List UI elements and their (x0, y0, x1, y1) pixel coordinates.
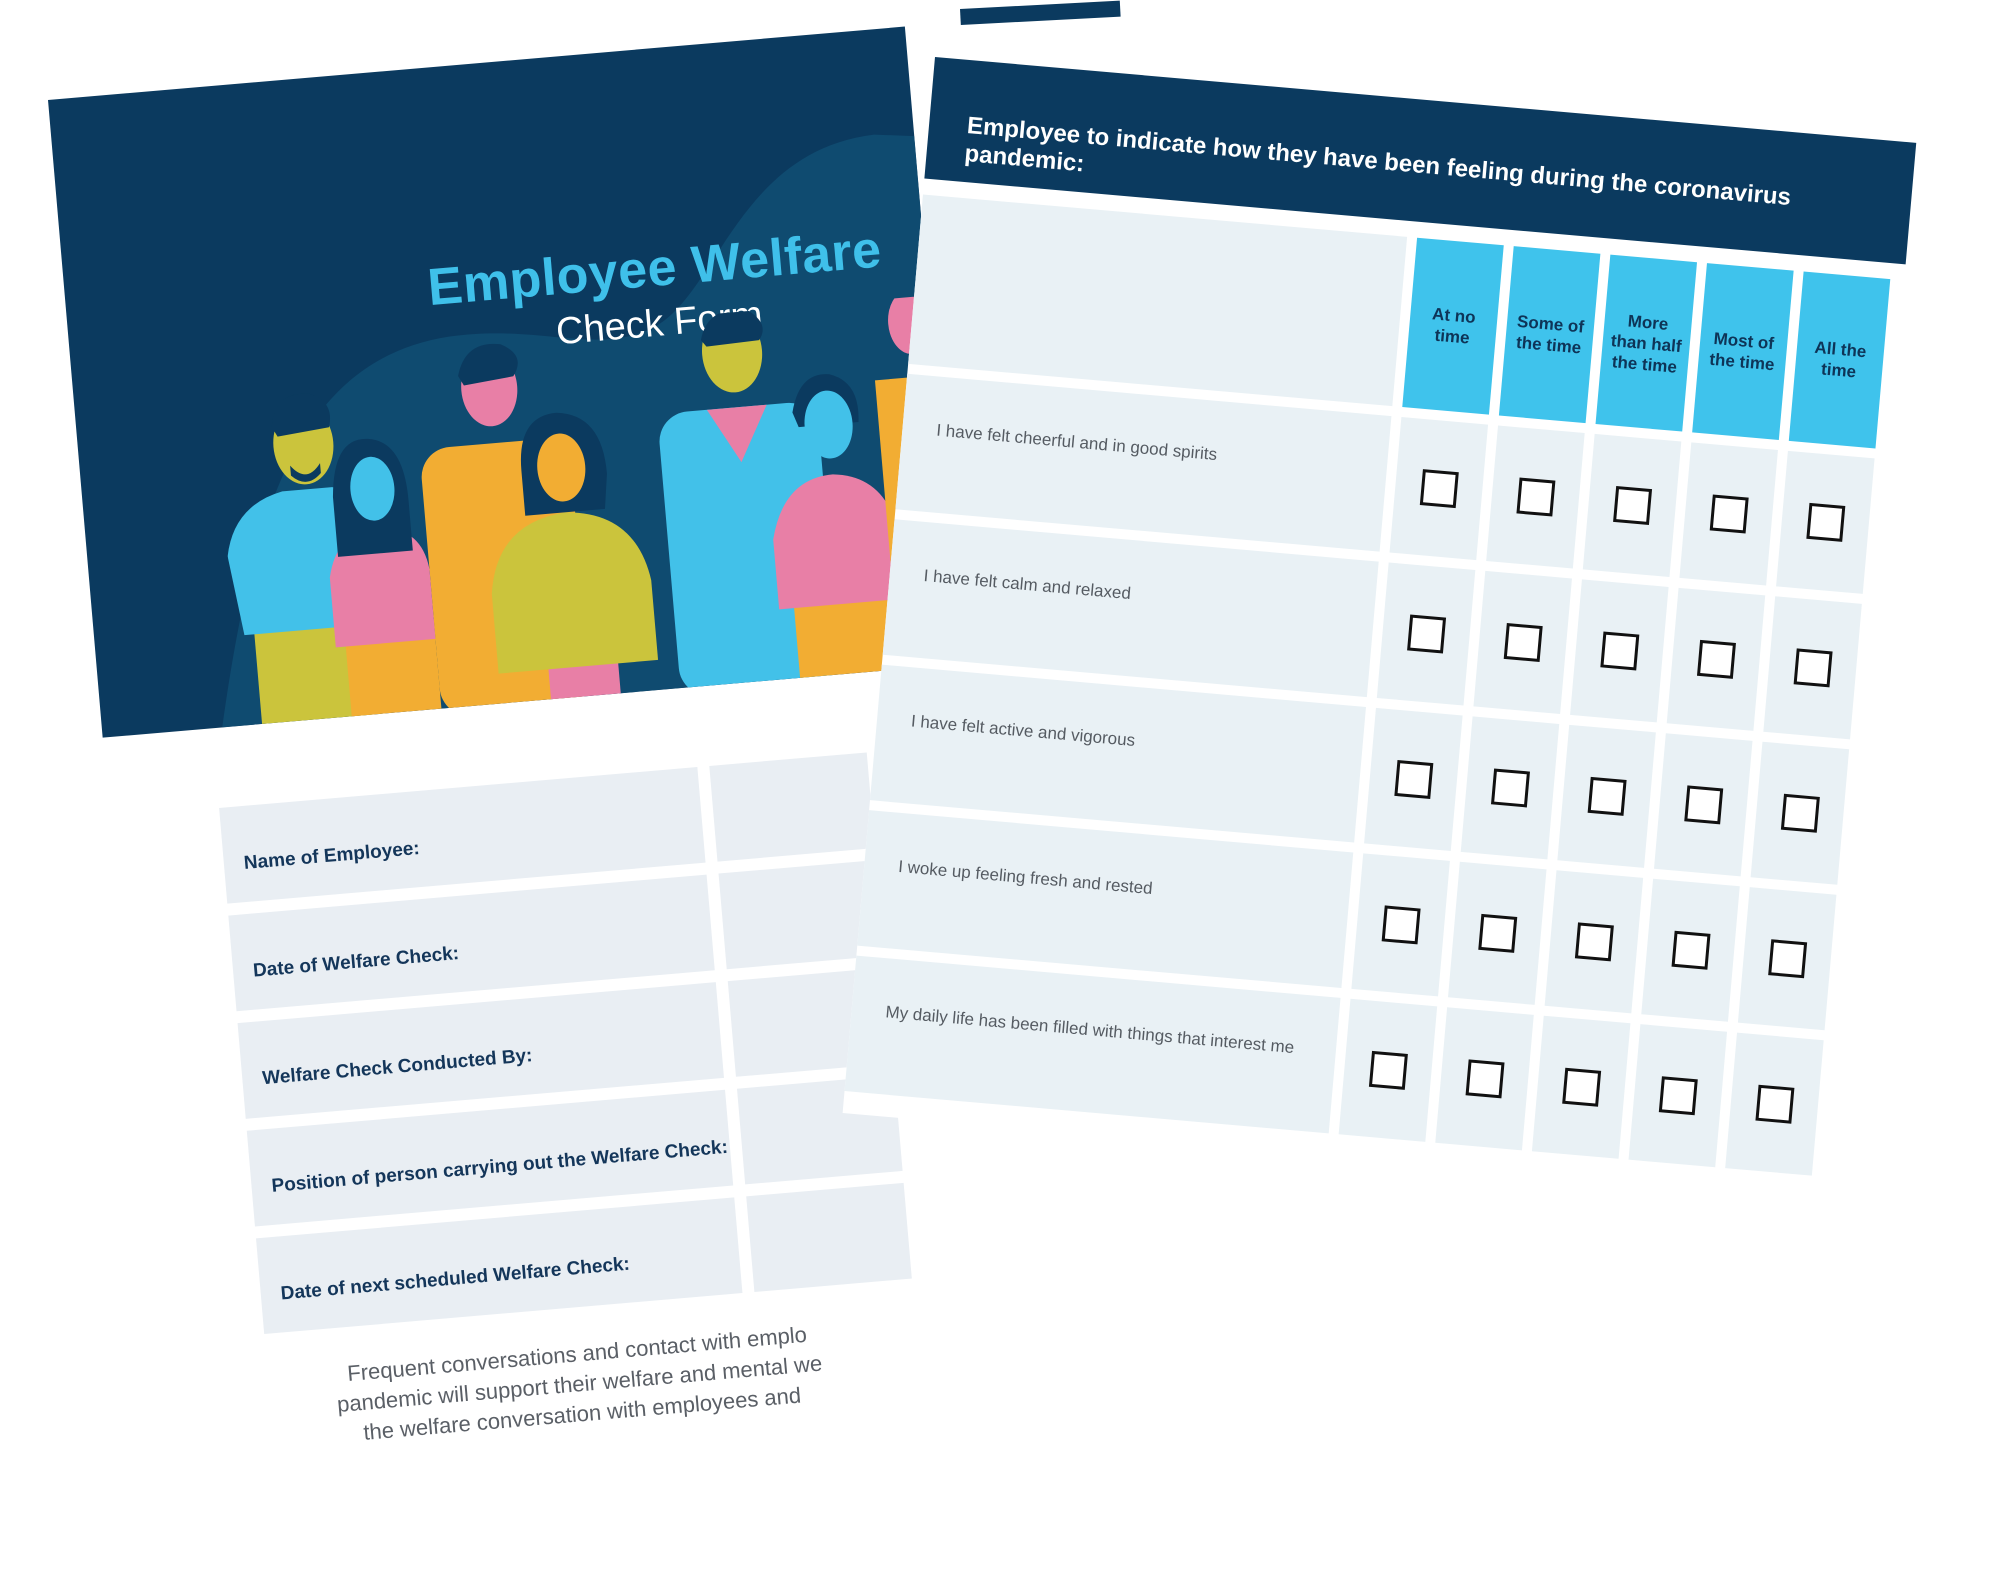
option-cell (1376, 562, 1476, 706)
option-cell (1725, 1032, 1824, 1176)
option-cell (1776, 450, 1875, 594)
background-page-edge (960, 0, 1121, 25)
checkbox[interactable] (1477, 913, 1517, 953)
employee-details-form: Name of Employee: Date of Welfare Check:… (219, 746, 934, 1346)
checkbox[interactable] (1767, 939, 1807, 979)
checkbox[interactable] (1612, 485, 1652, 525)
option-cell (1435, 1007, 1534, 1151)
checkbox[interactable] (1381, 905, 1421, 945)
option-cell (1486, 425, 1585, 569)
option-cell (1653, 733, 1753, 877)
checkbox[interactable] (1683, 785, 1723, 825)
option-cell (1582, 433, 1682, 577)
checkbox[interactable] (1587, 776, 1627, 816)
checkbox[interactable] (1805, 502, 1845, 542)
checkbox[interactable] (1793, 648, 1833, 688)
column-header: All the time (1788, 271, 1891, 449)
checkbox[interactable] (1406, 614, 1446, 654)
checkbox[interactable] (1696, 639, 1736, 679)
option-cell (1448, 861, 1547, 1005)
checkbox[interactable] (1671, 930, 1711, 970)
option-cell (1389, 417, 1489, 561)
option-cell (1641, 878, 1740, 1022)
statement-label: My daily life has been filled with thing… (844, 955, 1341, 1134)
column-header: At no time (1402, 237, 1504, 415)
checkbox[interactable] (1465, 1059, 1505, 1099)
checkbox[interactable] (1658, 1076, 1698, 1116)
option-cell (1557, 724, 1656, 868)
checkbox[interactable] (1490, 768, 1530, 808)
option-cell (1473, 570, 1572, 714)
column-header: Most of the time (1692, 263, 1794, 441)
checkbox[interactable] (1419, 469, 1459, 509)
checkbox[interactable] (1599, 631, 1639, 671)
form-section: Name of Employee: Date of Welfare Check:… (48, 35, 934, 1594)
column-header: Some of the time (1498, 246, 1601, 424)
option-cell (1628, 1024, 1728, 1168)
option-cell (1460, 716, 1560, 860)
column-header: More than half the time (1595, 254, 1698, 432)
next-check-date-field[interactable] (746, 1180, 934, 1293)
option-cell (1364, 707, 1463, 851)
option-cell (1679, 442, 1778, 586)
survey-grid: At no time Some of the time More than ha… (844, 194, 1901, 1186)
checkbox[interactable] (1515, 477, 1555, 517)
checkbox[interactable] (1368, 1050, 1408, 1090)
option-cell (1666, 587, 1766, 731)
checkbox[interactable] (1709, 494, 1749, 534)
option-cell (1544, 870, 1644, 1014)
checkbox[interactable] (1754, 1084, 1794, 1124)
option-cell (1763, 596, 1862, 740)
checkbox[interactable] (1780, 793, 1820, 833)
checkbox[interactable] (1561, 1067, 1601, 1107)
survey-rows: I have felt cheerful and in good spirits… (844, 373, 1885, 1177)
checkbox[interactable] (1503, 622, 1543, 662)
option-cell (1338, 998, 1438, 1142)
empty-header-cell (908, 194, 1408, 407)
checkbox[interactable] (1393, 759, 1433, 799)
feelings-survey-page: Employee to indicate how they have been … (842, 57, 1917, 1199)
option-cell (1750, 741, 1850, 885)
checkbox[interactable] (1574, 922, 1614, 962)
option-cell (1737, 887, 1837, 1031)
option-cell (1531, 1015, 1631, 1159)
option-cell (1351, 853, 1450, 997)
option-cell (1570, 579, 1669, 723)
